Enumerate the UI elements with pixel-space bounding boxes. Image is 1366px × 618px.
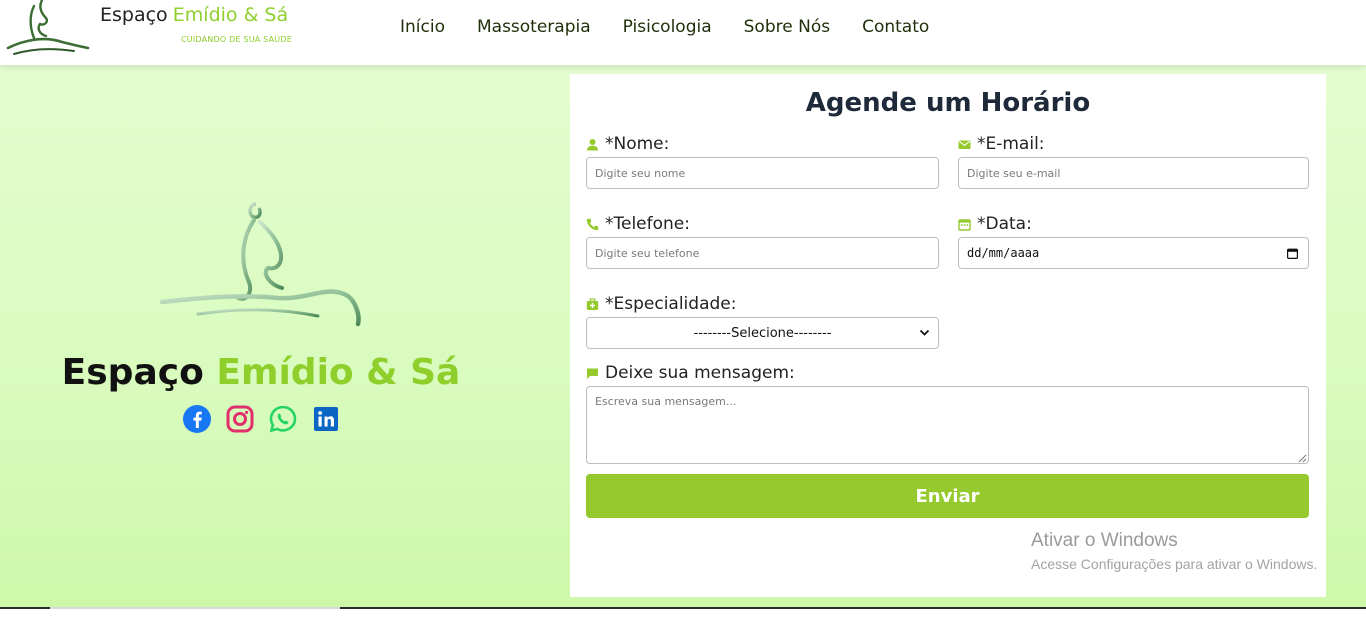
message-label: Deixe sua mensagem:	[605, 363, 795, 383]
email-label: *E-mail:	[977, 134, 1045, 154]
main-nav: Início Massoterapia Pisicologia Sobre Nó…	[400, 17, 929, 37]
message-textarea[interactable]	[586, 386, 1309, 464]
brand-tagline: CUIDANDO DE SUA SAÚDE	[181, 35, 292, 44]
windows-activation-subtitle: Acesse Configurações para ativar o Windo…	[1031, 556, 1318, 572]
phone-label: *Telefone:	[605, 214, 690, 234]
specialty-label-row: *Especialidade:	[586, 294, 736, 314]
specialty-select-value: --------Selecione--------	[693, 325, 832, 341]
phone-icon	[586, 218, 599, 231]
facebook-icon[interactable]	[181, 403, 212, 434]
massage-logo-icon[interactable]	[4, 0, 96, 58]
phone-label-row: *Telefone:	[586, 214, 690, 234]
date-label-row: *Data:	[958, 214, 1032, 234]
submit-button[interactable]: Enviar	[586, 474, 1309, 518]
windows-activation-title: Ativar o Windows	[1031, 530, 1178, 551]
nav-link-psicologia[interactable]: Pisicologia	[623, 17, 712, 37]
specialty-label: *Especialidade:	[605, 294, 737, 314]
massage-logo-large-icon	[159, 202, 361, 327]
header-brand[interactable]: Espaço Emídio & Sá	[100, 4, 288, 26]
form-title: Agende um Horário	[805, 88, 1091, 118]
name-label-row: *Nome:	[586, 134, 669, 154]
medical-kit-icon	[586, 297, 599, 311]
comment-icon	[586, 367, 599, 380]
calendar-picker-icon[interactable]	[1287, 244, 1299, 263]
footer-divider-highlight	[50, 607, 340, 609]
user-icon	[586, 138, 599, 151]
social-links	[181, 403, 341, 434]
email-label-row: *E-mail:	[958, 134, 1045, 154]
chevron-down-icon	[919, 329, 930, 336]
name-input[interactable]	[586, 157, 939, 189]
email-input[interactable]	[958, 157, 1309, 189]
hero-brand-part2: Emídio & Sá	[216, 352, 461, 393]
nav-link-massoterapia[interactable]: Massoterapia	[477, 17, 591, 37]
nav-link-contato[interactable]: Contato	[862, 17, 929, 37]
phone-input[interactable]	[586, 237, 939, 269]
name-label: *Nome:	[605, 134, 670, 154]
date-label: *Data:	[977, 214, 1032, 234]
envelope-icon	[958, 138, 971, 151]
specialty-select[interactable]: --------Selecione--------	[586, 317, 939, 349]
whatsapp-icon[interactable]	[267, 403, 298, 434]
date-input[interactable]: dd/mm/aaaa	[958, 237, 1309, 269]
brand-name-part2: Emídio & Sá	[172, 4, 289, 26]
resize-grip-icon[interactable]	[1298, 454, 1307, 463]
hero-brand-part1: Espaço	[61, 352, 204, 393]
site-header: Espaço Emídio & Sá CUIDANDO DE SUA SAÚDE…	[0, 0, 1366, 65]
appointment-form-card: Agende um Horário *Nome: *E-mail: *Telef…	[570, 74, 1326, 597]
linkedin-icon[interactable]	[310, 403, 341, 434]
nav-link-inicio[interactable]: Início	[400, 17, 445, 37]
hero-brand-title: Espaço Emídio & Sá	[0, 352, 522, 393]
date-input-value: dd/mm/aaaa	[967, 246, 1040, 260]
brand-name-part1: Espaço	[100, 4, 168, 26]
instagram-icon[interactable]	[224, 403, 255, 434]
nav-link-sobre-nos[interactable]: Sobre Nós	[744, 17, 830, 37]
message-label-row: Deixe sua mensagem:	[586, 363, 795, 383]
calendar-icon	[958, 218, 971, 231]
